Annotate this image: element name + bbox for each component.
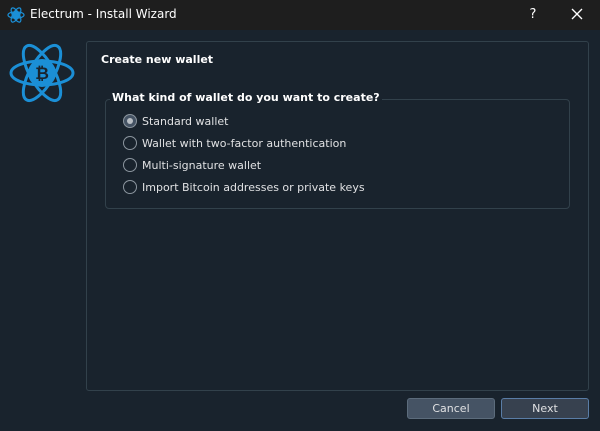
svg-text:₿: ₿ (35, 64, 49, 84)
page-title: Create new wallet (101, 53, 214, 66)
option-label: Standard wallet (142, 114, 229, 128)
radio-button-checked[interactable] (123, 114, 137, 128)
option-standard-wallet[interactable]: Standard wallet (123, 113, 228, 129)
electrum-app-icon (7, 7, 25, 23)
option-two-factor-wallet[interactable]: Wallet with two-factor authentication (123, 135, 346, 151)
help-button[interactable]: ? (518, 0, 548, 30)
close-icon[interactable] (562, 6, 592, 24)
option-label: Wallet with two-factor authentication (142, 136, 347, 150)
wallet-type-question: What kind of wallet do you want to creat… (110, 91, 382, 104)
radio-button[interactable] (123, 158, 137, 172)
electrum-bitcoin-logo: ₿ (9, 43, 75, 103)
title-bar: Electrum - Install Wizard ? (0, 0, 600, 30)
option-import-keys[interactable]: Import Bitcoin addresses or private keys (123, 179, 365, 195)
cancel-button[interactable]: Cancel (407, 398, 495, 419)
window-title: Electrum - Install Wizard (30, 7, 177, 21)
next-button[interactable]: Next (501, 398, 589, 419)
option-label: Multi-signature wallet (142, 158, 262, 172)
radio-button[interactable] (123, 180, 137, 194)
option-label: Import Bitcoin addresses or private keys (142, 180, 365, 194)
option-multisig-wallet[interactable]: Multi-signature wallet (123, 157, 261, 173)
radio-button[interactable] (123, 136, 137, 150)
